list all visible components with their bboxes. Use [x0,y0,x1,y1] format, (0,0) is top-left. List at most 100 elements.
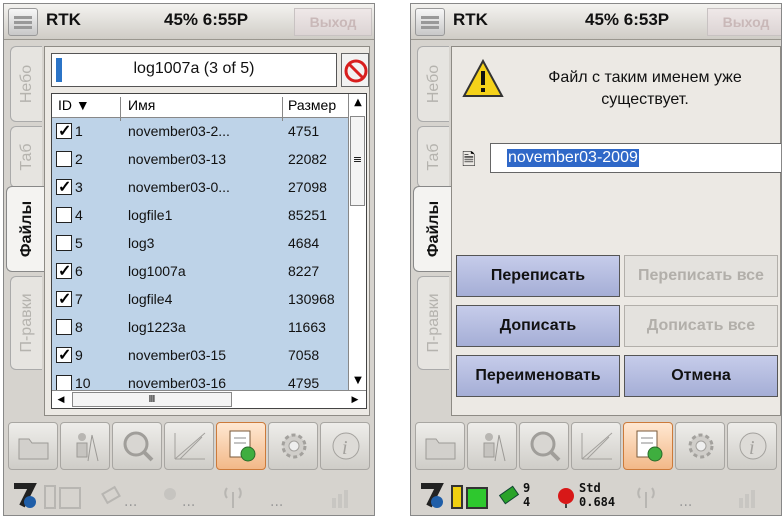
table-row[interactable]: 5 log3 4684 [52,232,348,256]
table-row[interactable]: 9 november03-15 7058 [52,344,348,368]
tab-corrections[interactable]: П-равки [417,276,449,370]
surveyor-icon [483,433,506,462]
vertical-scrollbar[interactable]: ▲ ≡ ▼ [348,94,366,390]
table-row[interactable]: 3 november03-0... 27098 [52,176,348,200]
settings-button[interactable] [675,422,725,470]
row-checkbox[interactable] [56,177,72,197]
tab-files[interactable]: Файлы [6,186,46,272]
file-transfer-icon [229,430,256,462]
ellipsis-3: ... [270,494,284,510]
info-button[interactable]: i [727,422,777,470]
info-button[interactable]: i [320,422,370,470]
scroll-left-icon[interactable]: ◀ [52,391,70,408]
receiver-logo-icon [14,483,37,508]
table-row[interactable]: 7 logfile4 130968 [52,288,348,312]
overwrite-button[interactable]: Переписать [456,255,620,297]
gear-icon [281,433,307,459]
battery-clock-status: 45% 6:55P [164,10,249,29]
info-icon: i [739,432,767,460]
row-checkbox[interactable] [56,319,72,335]
tab-table[interactable]: Таб [417,126,449,188]
tab-files[interactable]: Файлы [413,186,453,272]
ellipsis-2: ... [182,494,196,510]
row-checkbox[interactable] [56,261,72,281]
scroll-thumb[interactable]: ≡ [350,116,365,206]
file-transfer-button[interactable] [216,422,266,470]
row-checkbox[interactable] [56,151,72,167]
row-checkbox[interactable] [56,235,72,251]
plot-icon [581,432,613,460]
file-transfer-button[interactable] [623,422,673,470]
start-menu-icon[interactable] [415,8,445,36]
precision-value: 0.684 [579,495,616,509]
table-row[interactable]: 1 november03-2... 4751 [52,120,348,144]
row-id: 6 [75,263,83,279]
survey-button[interactable] [60,422,110,470]
row-name: logfile4 [128,291,173,307]
row-id: 8 [75,319,83,335]
tab-corrections[interactable]: П-равки [10,276,42,370]
horizontal-scrollbar[interactable]: ◀ Ⅲ ▶ [52,390,366,408]
svg-text:i: i [342,437,348,459]
warning-icon [462,59,504,97]
search-button[interactable] [519,422,569,470]
row-checkbox[interactable] [56,289,72,309]
row-size: 7058 [288,347,320,363]
table-row[interactable]: 6 log1007a 8227 [52,260,348,284]
row-checkbox[interactable] [56,207,72,223]
search-button[interactable] [112,422,162,470]
filename-value[interactable]: november03-2009 [507,149,639,167]
start-menu-icon[interactable] [8,8,38,36]
column-size[interactable]: Размер [288,97,336,113]
signal-bars-icon [332,490,348,508]
survey-button[interactable] [467,422,517,470]
stop-logging-button[interactable] [341,53,369,87]
file-table: ID ▼ Имя Размер 1 november03-2... 4751 2 nov… [51,93,367,409]
folder-button[interactable] [415,422,465,470]
exit-button[interactable]: Выход [707,8,781,36]
h-scroll-thumb[interactable]: Ⅲ [72,392,232,407]
row-id: 10 [75,375,91,391]
row-checkbox[interactable] [56,375,72,391]
row-name: logfile1 [128,207,173,223]
app-title: RTK [453,10,488,29]
filename-field[interactable]: november03-2009 [490,143,781,173]
table-row[interactable]: 8 log1223a 11663 [52,316,348,340]
app-title: RTK [46,10,81,29]
magnifier-icon [530,431,561,462]
append-button[interactable]: Дописать [456,305,620,347]
tab-table[interactable]: Таб [10,126,42,188]
sats-seen: 4 [523,495,531,509]
plot-icon [174,432,206,460]
current-file-header: log1007a (3 of 5) [51,53,337,87]
row-size: 27098 [288,179,327,195]
info-icon: i [332,432,360,460]
solution-mode: Std [579,481,601,495]
scroll-right-icon[interactable]: ▶ [346,391,364,408]
table-row[interactable]: 4 logfile1 85251 [52,204,348,228]
plot-button[interactable] [164,422,214,470]
rename-button[interactable]: Переименовать [456,355,620,397]
tab-sky[interactable]: Небо [417,46,449,122]
ellipsis: ... [679,494,693,510]
folder-button[interactable] [8,422,58,470]
title-bar: RTK 45% 6:53P Выход [411,4,781,40]
column-id[interactable]: ID ▼ [58,97,90,113]
row-id: 9 [75,347,83,363]
row-name: log1223a [128,319,186,335]
cancel-button[interactable]: Отмена [624,355,778,397]
append-all-button[interactable]: Дописать все [624,305,778,347]
row-checkbox[interactable] [56,121,72,141]
row-size: 8227 [288,263,320,279]
column-name[interactable]: Имя [128,97,155,113]
table-row[interactable]: 2 november03-13 22082 [52,148,348,172]
settings-button[interactable] [268,422,318,470]
row-checkbox[interactable] [56,345,72,365]
tab-sky[interactable]: Небо [10,46,42,122]
exit-button[interactable]: Выход [294,8,372,36]
plot-button[interactable] [571,422,621,470]
side-tabs: Небо Таб Файлы П-равки [4,46,46,416]
scroll-up-icon[interactable]: ▲ [349,94,366,112]
scroll-down-icon[interactable]: ▼ [349,372,366,390]
overwrite-all-button[interactable]: Переписать все [624,255,778,297]
